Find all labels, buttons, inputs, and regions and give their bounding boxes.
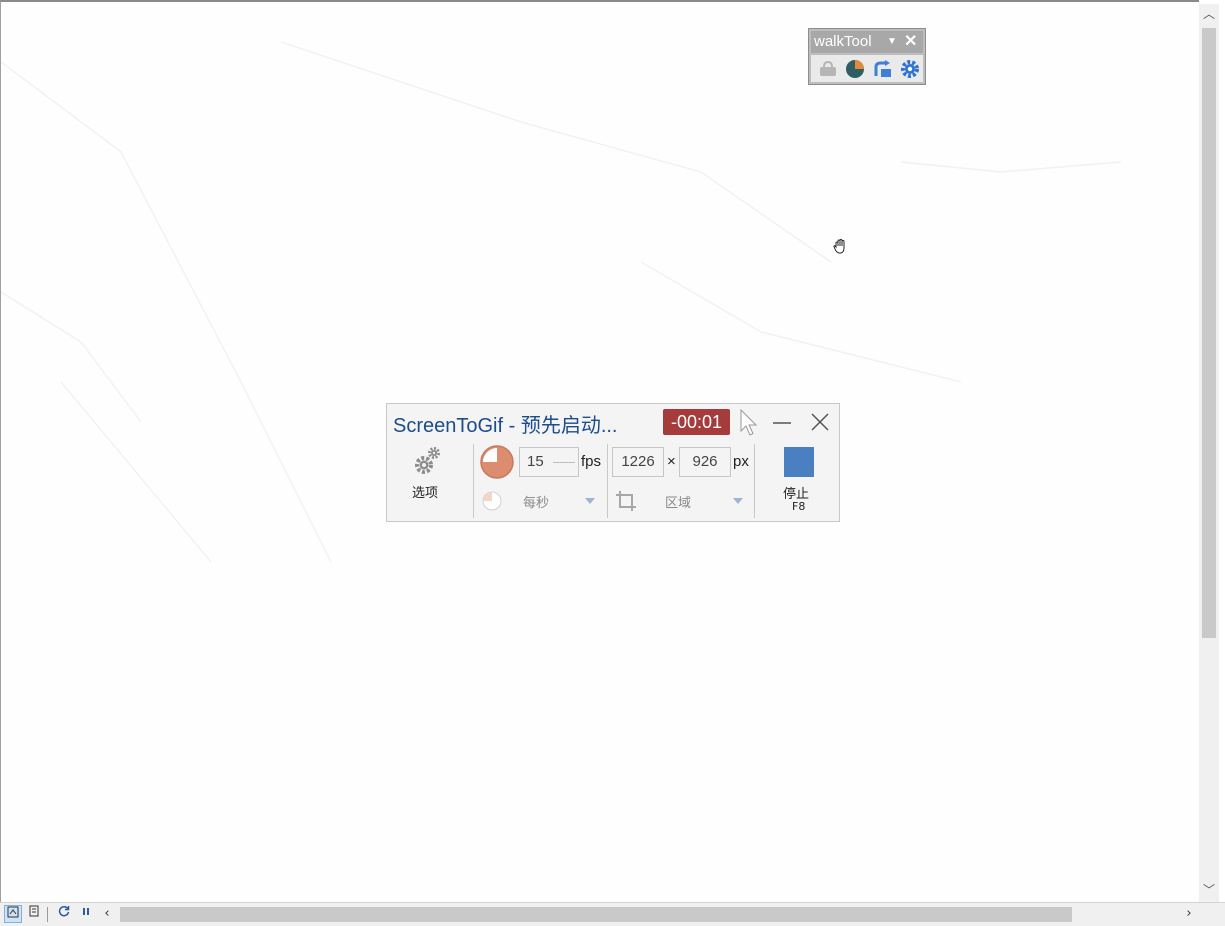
walktool-toolbar[interactable]: walkTool ▼ ✕ [808,28,926,85]
close-button[interactable] [808,410,832,434]
crop-icon [615,490,637,515]
region-label: 区域 [665,496,692,511]
pie-chart-icon[interactable] [844,58,866,80]
stop-square-icon [784,447,814,477]
divider [607,444,608,518]
fps-unit: fps [581,453,602,470]
height-input[interactable]: 926 [679,447,731,477]
horizontal-scroll-thumb[interactable] [120,907,1072,922]
vertical-scrollbar[interactable]: ︿ ﹀ [1199,4,1219,902]
frequency-label: 每秒 [523,496,550,511]
walktool-tools [811,55,923,82]
vertical-scroll-thumb[interactable] [1202,28,1216,638]
gear-icon[interactable] [899,58,921,80]
width-input[interactable]: 1226 [612,447,664,477]
pause-icon[interactable] [77,905,95,923]
divider [47,907,48,922]
refresh-doc-icon[interactable] [872,58,894,80]
pan-hand-cursor-icon [832,238,850,259]
chevron-down-icon [585,498,595,504]
data-view-icon[interactable] [4,905,22,923]
scroll-left-icon[interactable]: ‹ [98,905,116,923]
bottom-toolbar: ‹ › [0,902,1225,926]
options-button[interactable]: 选项 [405,446,451,504]
layout-view-icon[interactable] [25,905,43,923]
refresh-icon[interactable] [55,905,73,923]
minimize-button[interactable] [771,412,793,434]
fps-value: 15 [527,453,544,470]
recorder-title: ScreenToGif - 预先启动... [393,415,618,437]
scroll-down-icon[interactable]: ﹀ [1199,880,1219,900]
bag-icon[interactable] [817,58,839,80]
fps-pie-icon [479,444,515,483]
recorder-timer: -00:01 [663,409,730,435]
gears-icon [414,446,442,479]
region-select[interactable]: 区域 [615,488,747,514]
divider [473,444,474,518]
close-icon[interactable]: ✕ [904,31,917,53]
divider [754,444,755,518]
stop-button[interactable]: 停止 F8 [769,444,829,518]
walktool-title: walkTool [814,33,872,50]
stop-shortcut: F8 [792,500,806,513]
scroll-right-icon[interactable]: › [1180,905,1198,923]
walktool-titlebar[interactable]: walkTool ▼ ✕ [811,31,923,53]
frequency-pie-icon [481,490,503,515]
times-sign: × [667,453,676,470]
px-unit: px [733,453,749,470]
frequency-select[interactable]: 每秒 [481,488,599,514]
fps-stepper-line [553,462,575,463]
scroll-up-icon[interactable]: ︿ [1199,4,1219,24]
chevron-down-icon [733,498,743,504]
options-label: 选项 [412,486,439,501]
dropdown-arrow-icon[interactable]: ▼ [887,31,897,53]
cursor-arrow-icon [740,408,758,440]
fps-input[interactable]: 15 [519,447,579,477]
screentogif-recorder[interactable]: ScreenToGif - 预先启动... -00:01 选项 15 fps 每… [386,403,840,522]
